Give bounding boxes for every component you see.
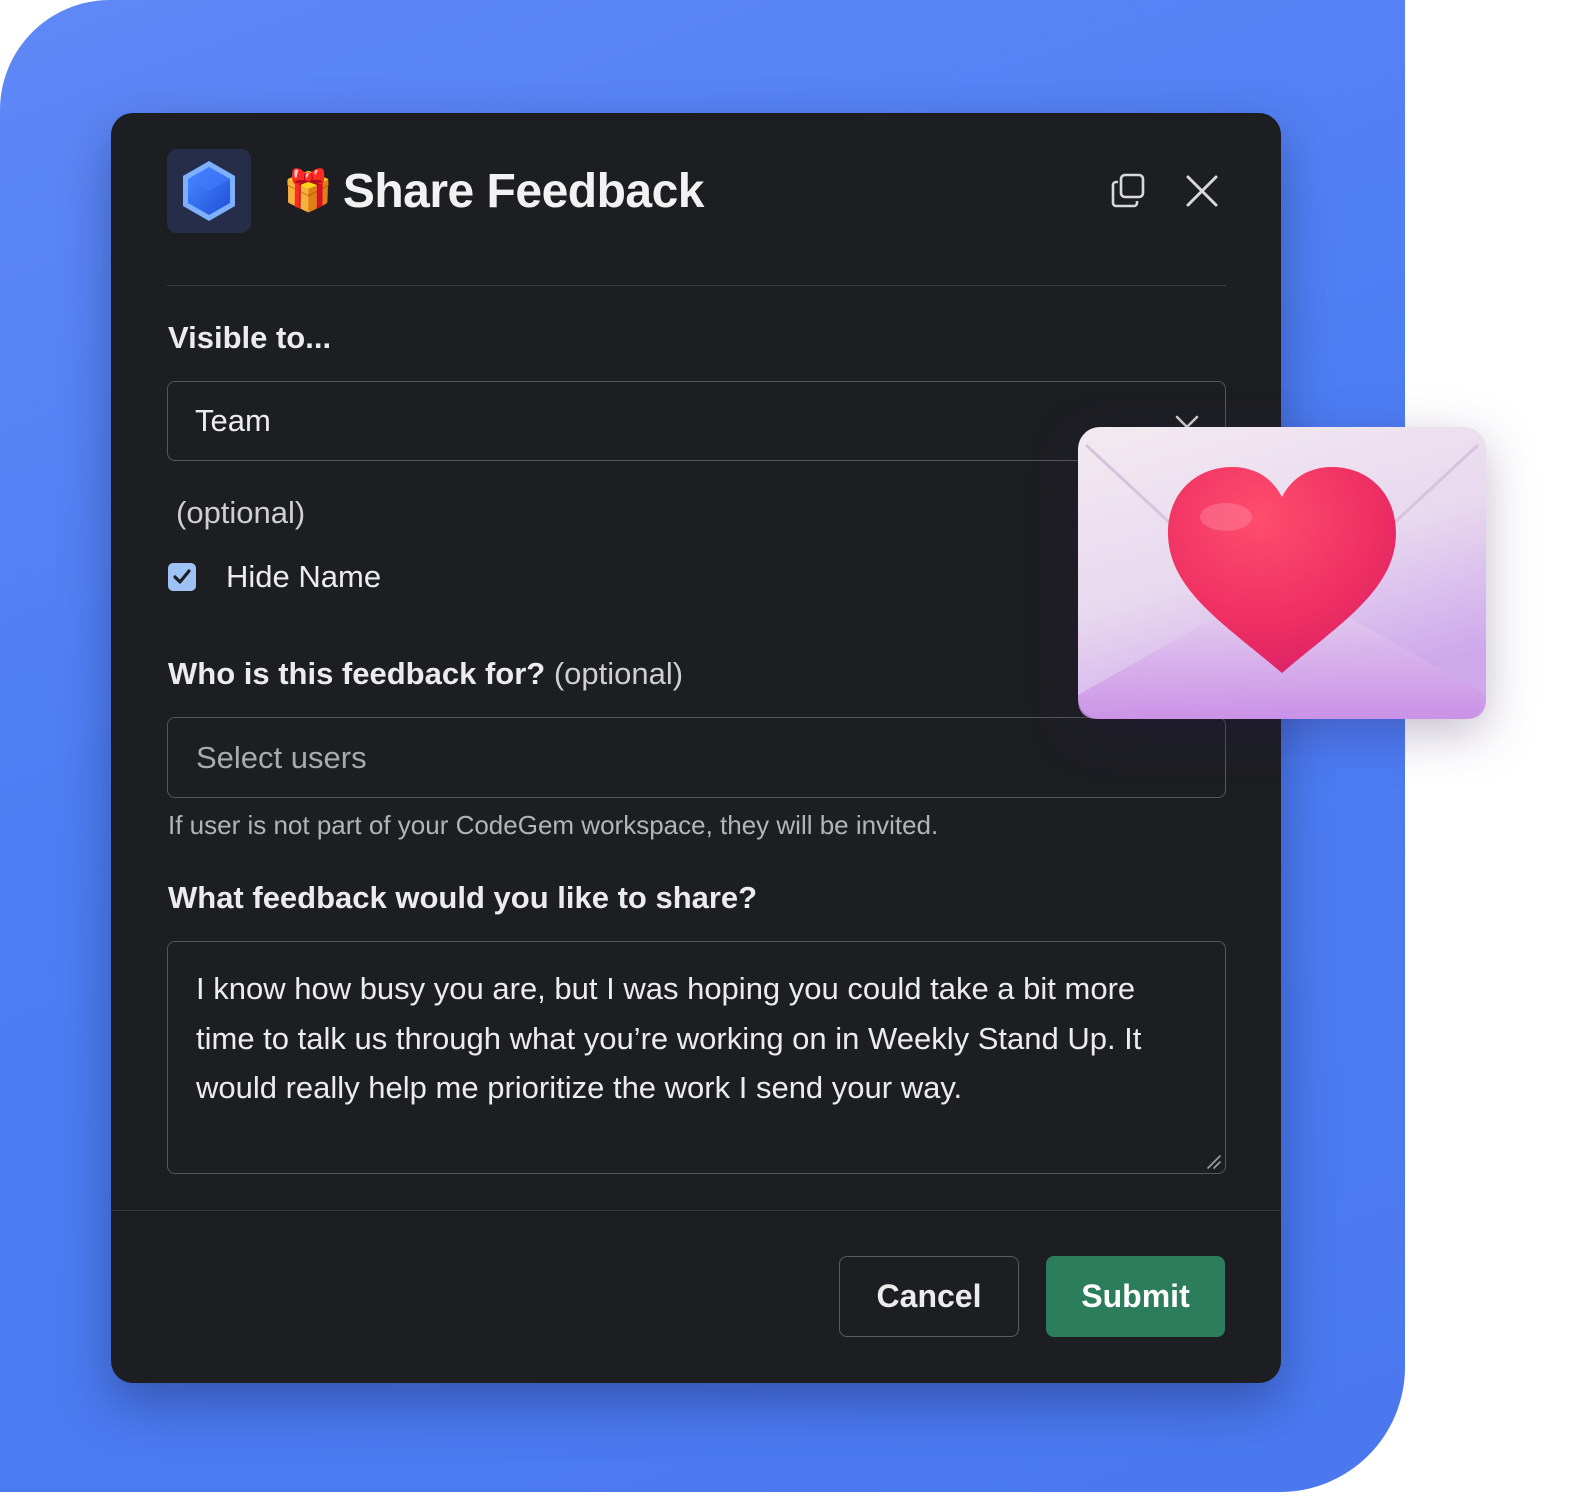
share-feedback-modal: 🎁 Share Feedback Visible to... Team (opt…	[111, 113, 1281, 1383]
hide-name-label: Hide Name	[226, 559, 382, 594]
resize-handle-icon[interactable]	[1205, 1153, 1221, 1169]
footer-divider	[111, 1210, 1281, 1211]
hexagon-icon	[167, 149, 251, 233]
close-icon[interactable]	[1180, 169, 1224, 213]
recipient-optional: (optional)	[553, 656, 684, 691]
recipient-label: Who is this feedback for? (optional)	[168, 656, 683, 692]
modal-header: 🎁 Share Feedback	[283, 161, 705, 221]
feedback-text: I know how busy you are, but I was hopin…	[196, 971, 1142, 1105]
select-users-field[interactable]	[167, 717, 1226, 798]
select-users-input[interactable]	[196, 739, 1225, 776]
copy-icon[interactable]	[1106, 169, 1150, 213]
cancel-button[interactable]: Cancel	[839, 1256, 1019, 1337]
hide-name-row[interactable]: Hide Name	[168, 559, 381, 595]
feedback-label: What feedback would you like to share?	[168, 880, 758, 915]
submit-button[interactable]: Submit	[1046, 1256, 1225, 1337]
feedback-textarea[interactable]: I know how busy you are, but I was hopin…	[167, 941, 1226, 1174]
gift-icon: 🎁	[283, 169, 333, 213]
header-divider	[167, 285, 1226, 286]
visibility-select-value: Team	[195, 403, 271, 438]
recipient-label-text: Who is this feedback for?	[168, 656, 546, 691]
love-letter-icon	[1078, 427, 1486, 719]
recipient-hint: If user is not part of your CodeGem work…	[168, 810, 939, 840]
visibility-select[interactable]: Team	[167, 381, 1226, 461]
modal-title: Share Feedback	[342, 164, 705, 218]
visibility-optional-note: (optional)	[176, 495, 306, 530]
hide-name-checkbox[interactable]	[168, 563, 196, 591]
visible-to-label: Visible to...	[168, 320, 332, 355]
